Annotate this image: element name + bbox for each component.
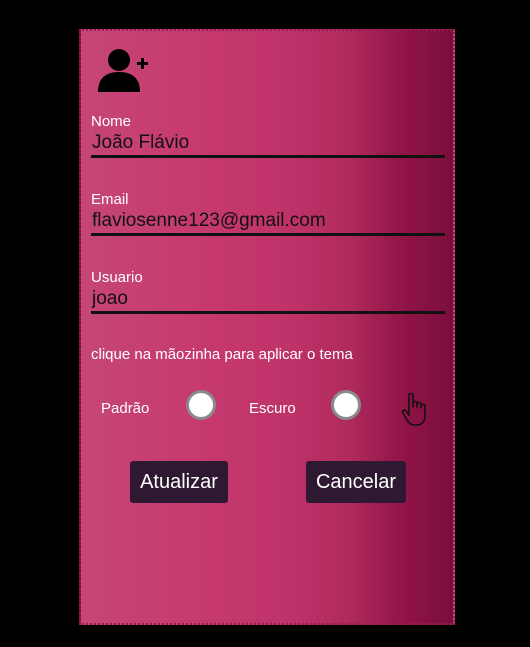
email-field: Email flaviosenne123@gmail.com [91, 191, 445, 236]
username-field: Usuario joao [91, 269, 445, 314]
name-input[interactable]: João Flávio [91, 131, 445, 158]
theme-hint: clique na mãozinha para aplicar o tema [91, 346, 353, 363]
profile-card: Nome João Flávio Email flaviosenne123@gm… [79, 29, 455, 625]
email-label: Email [91, 191, 129, 208]
email-input[interactable]: flaviosenne123@gmail.com [91, 209, 445, 236]
username-input[interactable]: joao [91, 287, 445, 314]
name-label: Nome [91, 113, 132, 130]
theme-default-radio[interactable] [186, 390, 216, 420]
username-label: Usuario [91, 269, 143, 286]
theme-dark-radio[interactable] [331, 390, 361, 420]
pointing-hand-icon[interactable] [401, 391, 433, 427]
user-plus-icon [98, 49, 148, 92]
theme-dark-label: Escuro [249, 400, 296, 417]
cancel-button[interactable]: Cancelar [306, 461, 406, 503]
name-field: Nome João Flávio [91, 113, 445, 158]
update-button[interactable]: Atualizar [130, 461, 228, 503]
theme-default-label: Padrão [101, 400, 150, 417]
